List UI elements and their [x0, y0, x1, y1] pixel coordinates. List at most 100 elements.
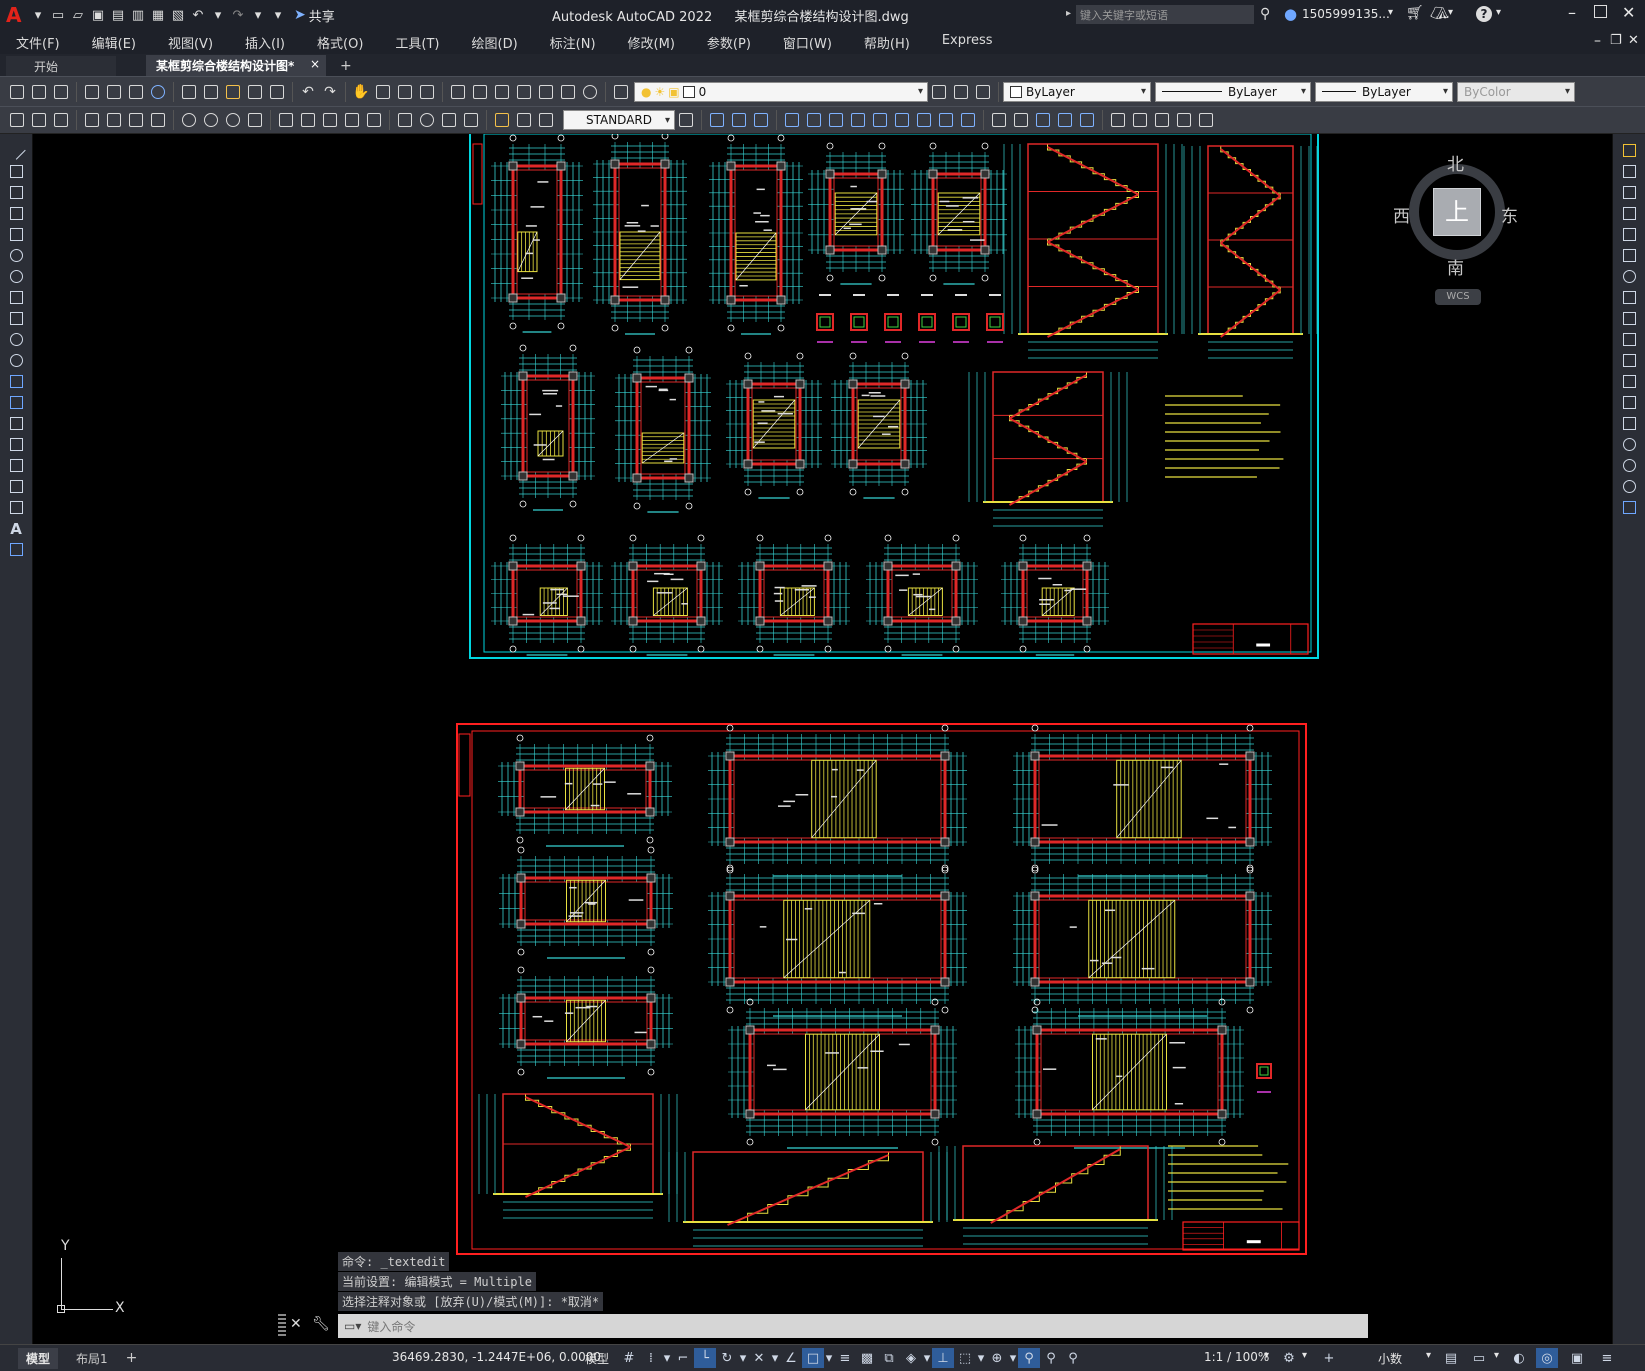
workspace-dropdown-icon[interactable]: ▾ [1302, 1350, 1307, 1361]
compass-north[interactable]: 北 [1447, 150, 1464, 175]
add-layout-button[interactable]: + [126, 1350, 138, 1366]
units-value[interactable]: 小数 [1378, 1350, 1402, 1367]
make-current-layer-icon[interactable] [929, 82, 949, 102]
maximize-icon[interactable] [1594, 5, 1607, 18]
customize-qat-icon[interactable]: ▾ [268, 5, 288, 25]
model-space-button[interactable]: 模型 [585, 1350, 609, 1367]
block-editor-icon[interactable] [267, 82, 287, 102]
isodraft-dropdown-icon[interactable]: ▾ [770, 1348, 780, 1368]
dim-baseline-icon[interactable] [298, 110, 318, 130]
selection-cycling-icon[interactable]: ⧉ [878, 1348, 900, 1368]
gizmo-icon[interactable]: ⊕ [986, 1348, 1008, 1368]
preview-icon[interactable] [104, 82, 124, 102]
paste-icon[interactable] [223, 82, 243, 102]
dim-diameter-icon[interactable] [223, 110, 243, 130]
new-tab-icon[interactable]: + [340, 58, 352, 74]
doc-restore-icon[interactable]: ❐ [1610, 33, 1622, 48]
annotation-scale-value[interactable]: 1:1 / 100% [1204, 1350, 1269, 1364]
dim-style-dropdown[interactable]: STANDARD [563, 110, 675, 130]
tab-active-drawing[interactable]: 某框剪综合楼结构设计图* × [146, 55, 326, 76]
shaded-icon[interactable] [1011, 110, 1031, 130]
snap-dropdown-icon[interactable]: ▾ [662, 1348, 672, 1368]
mirror-icon[interactable] [1613, 182, 1645, 203]
lineweight-dropdown[interactable]: ByLayer [1315, 81, 1453, 102]
doc-close-icon[interactable]: ✕ [1628, 33, 1639, 48]
inspection-icon[interactable] [439, 110, 459, 130]
cut-icon[interactable] [179, 82, 199, 102]
ucs-icon[interactable] [782, 110, 802, 130]
snap-mode-icon[interactable]: ⁞ [640, 1348, 662, 1368]
save-tb-icon[interactable] [51, 82, 71, 102]
dim-text-edit-icon[interactable] [514, 110, 534, 130]
blend-curves-icon[interactable] [1613, 476, 1645, 497]
dim-angular-icon[interactable] [245, 110, 265, 130]
object-snap-tracking-icon[interactable]: ∠ [780, 1348, 802, 1368]
tab-start[interactable]: 开始 [6, 56, 116, 76]
viewcube[interactable]: 上 北 南 东 西 [1393, 150, 1518, 279]
save-web-icon[interactable]: ▦ [148, 5, 168, 25]
ucs-face-icon[interactable] [848, 110, 868, 130]
annotation-monitor-icon[interactable]: + [1318, 1348, 1340, 1368]
minimize-icon[interactable]: – [1568, 3, 1576, 22]
ucs-world-icon[interactable] [804, 110, 824, 130]
dim-continue-icon[interactable] [320, 110, 340, 130]
undo-tb-icon[interactable]: ↶ [298, 82, 318, 102]
undo-dropdown-icon[interactable]: ▾ [208, 5, 228, 25]
rotate-icon[interactable] [1613, 266, 1645, 287]
3d-osnap-icon[interactable]: ◈ [900, 1348, 922, 1368]
grid-icon[interactable]: # [618, 1348, 640, 1368]
menu-item-0[interactable]: 文件(F) [2, 33, 76, 52]
markup-icon[interactable] [536, 82, 556, 102]
help-dropdown-icon[interactable]: ▾ [1496, 7, 1501, 18]
menu-item-11[interactable]: 帮助(H) [848, 33, 926, 52]
search-icon[interactable]: ⚲ [1260, 6, 1270, 22]
workspace-icon[interactable] [7, 110, 27, 130]
center-mark-icon[interactable] [417, 110, 437, 130]
quick-dim-icon[interactable] [276, 110, 296, 130]
isolate-objects-icon[interactable]: ◐ [1508, 1348, 1530, 1368]
express-icon[interactable] [51, 110, 71, 130]
insert-block-icon[interactable] [0, 371, 32, 392]
object-snap-icon[interactable]: □ [802, 1348, 824, 1368]
view-bottom-icon[interactable] [729, 110, 749, 130]
offset-icon[interactable] [1613, 203, 1645, 224]
gradient-icon[interactable] [0, 455, 32, 476]
spline-icon[interactable] [0, 308, 32, 329]
user-name[interactable]: 1505999135... [1302, 7, 1390, 21]
dynamic-ucs-icon[interactable]: ⊥ [932, 1348, 954, 1368]
lights-icon[interactable] [1077, 110, 1097, 130]
modeling-revolve-icon[interactable] [1152, 110, 1172, 130]
undo-icon[interactable]: ↶ [188, 5, 208, 25]
search-input[interactable]: 键入关键字或短语 [1076, 5, 1254, 24]
layer-properties-icon[interactable] [611, 82, 631, 102]
calculator-icon[interactable] [558, 82, 578, 102]
menu-item-5[interactable]: 工具(T) [379, 33, 455, 52]
help-tb-icon[interactable] [580, 82, 600, 102]
construction-line-icon[interactable] [0, 161, 32, 182]
menu-item-4[interactable]: 格式(O) [301, 33, 379, 52]
selection-filter-dropdown-icon[interactable]: ▾ [976, 1348, 986, 1368]
polar-tracking-icon[interactable]: ↻ [716, 1348, 738, 1368]
help-icon[interactable]: ? [1476, 6, 1492, 22]
lock-ui-dropdown-icon[interactable]: ▾ [1494, 1350, 1499, 1361]
dim-break-icon[interactable] [364, 110, 384, 130]
polar-dropdown-icon[interactable]: ▾ [738, 1348, 748, 1368]
erase-icon[interactable] [1613, 140, 1645, 161]
transparency-icon[interactable]: ▩ [856, 1348, 878, 1368]
dim-jogged-icon[interactable] [201, 110, 221, 130]
share-button[interactable]: ➤ 共享 [294, 6, 335, 25]
plot-tb-icon[interactable] [82, 82, 102, 102]
visual-style-icon[interactable] [989, 110, 1009, 130]
menu-item-9[interactable]: 参数(P) [691, 33, 767, 52]
pan-icon[interactable]: ✋ [351, 82, 371, 102]
dim-space-icon[interactable] [342, 110, 362, 130]
redo-tb-icon[interactable]: ↷ [320, 82, 340, 102]
3d-osnap-dropdown-icon[interactable]: ▾ [922, 1348, 932, 1368]
command-prompt-icon[interactable]: ▭▾ [344, 1319, 361, 1333]
ortho-icon[interactable]: └ [694, 1348, 716, 1368]
dim-linear-icon[interactable] [82, 110, 102, 130]
wcs-menu-button[interactable]: WCS [1435, 289, 1481, 305]
compass-east[interactable]: 东 [1501, 202, 1518, 227]
app-menu-chevron-icon[interactable]: ▾ [28, 5, 48, 25]
lineweight-icon[interactable]: ≡ [834, 1348, 856, 1368]
